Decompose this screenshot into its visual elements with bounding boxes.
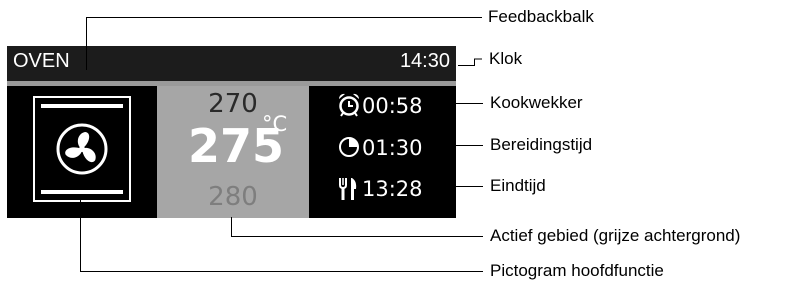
leader-feedback-bar — [86, 17, 482, 70]
callout-end-time: Eindtijd — [490, 176, 546, 195]
callout-active-area: Actief gebied (grijze achtergrond) — [490, 226, 741, 245]
leader-clock — [458, 58, 482, 66]
callout-main-function-pictogram: Pictogram hoofdfunctie — [490, 261, 664, 280]
callout-cooking-time: Bereidingstijd — [490, 135, 593, 154]
leader-main-function — [80, 200, 483, 272]
callout-feedback-bar: Feedbackbalk — [488, 7, 594, 26]
leader-active-area — [231, 217, 483, 237]
callout-clock: Klok — [489, 49, 523, 68]
callout-kitchen-timer: Kookwekker — [490, 93, 583, 112]
